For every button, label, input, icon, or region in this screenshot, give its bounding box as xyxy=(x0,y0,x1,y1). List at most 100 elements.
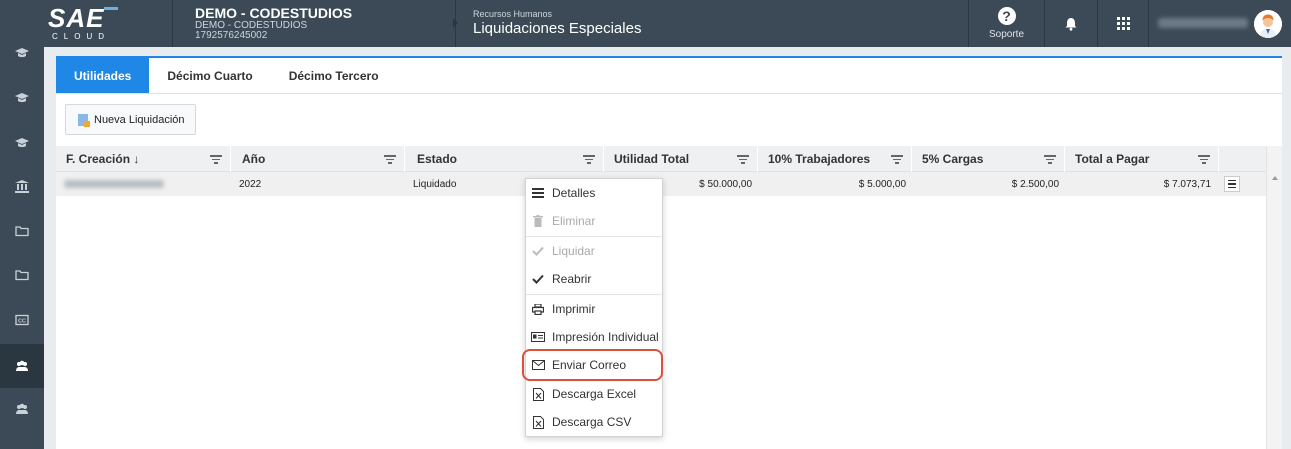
column-anio[interactable]: Año xyxy=(232,146,405,172)
tab-decimo-tercero[interactable]: Décimo Tercero xyxy=(271,58,397,93)
sidebar-item-graduation[interactable] xyxy=(0,123,44,163)
company-info[interactable]: DEMO - CODESTUDIOS DEMO - CODESTUDIOS 17… xyxy=(195,5,352,41)
apps-grid-icon xyxy=(1116,17,1130,30)
sae-cloud-logo[interactable]: SAE CLOUD xyxy=(46,3,126,43)
column-label: 10% Trabajadores xyxy=(768,152,871,166)
sidebar-item-users[interactable] xyxy=(0,344,44,388)
sidebar-item-users[interactable] xyxy=(0,389,44,429)
menu-item-reabrir[interactable]: Reabrir xyxy=(526,265,664,293)
new-document-icon xyxy=(78,113,90,127)
column-label: Estado xyxy=(417,152,458,166)
sidebar-item-folder[interactable] xyxy=(0,211,44,251)
menu-item-label: Descarga Excel xyxy=(552,387,637,401)
bell-icon xyxy=(1065,17,1077,31)
filter-icon[interactable] xyxy=(1198,155,1210,164)
id-card-icon xyxy=(531,332,545,342)
company-ruc: 1792576245002 xyxy=(195,30,268,41)
cell-fecha-creacion xyxy=(64,172,164,196)
logo-text: SAE xyxy=(48,3,105,33)
printer-icon xyxy=(532,303,544,315)
menu-item-descarga-excel[interactable]: Descarga Excel xyxy=(526,380,664,408)
folder-icon xyxy=(15,270,29,281)
help-icon: ? xyxy=(997,7,1016,25)
cc-icon: CC xyxy=(15,314,29,326)
main-panel: Utilidades Décimo Cuarto Décimo Tercero … xyxy=(56,56,1282,449)
trash-icon xyxy=(533,215,543,227)
excel-file-icon xyxy=(532,387,544,401)
menu-item-label: Imprimir xyxy=(552,302,596,316)
svg-text:CC: CC xyxy=(18,319,26,325)
column-utilidad-total[interactable]: Utilidad Total xyxy=(604,146,758,172)
menu-item-eliminar[interactable]: Eliminar xyxy=(526,207,664,235)
filter-icon[interactable] xyxy=(1044,155,1056,164)
check-icon xyxy=(532,274,544,284)
notifications-button[interactable] xyxy=(1045,0,1097,47)
cell-estado: Liquidado xyxy=(413,178,457,190)
graduation-icon xyxy=(15,48,29,58)
avatar[interactable] xyxy=(1254,10,1282,38)
sidebar: CC xyxy=(0,47,44,449)
tab-divider xyxy=(56,93,1282,94)
column-5-cargas[interactable]: 5% Cargas xyxy=(912,146,1065,172)
apps-button[interactable] xyxy=(1098,0,1148,47)
divider xyxy=(172,0,173,47)
menu-item-impresion-individual[interactable]: Impresión Individual xyxy=(526,323,664,351)
divider xyxy=(1148,0,1149,47)
enviar-correo-highlight xyxy=(522,349,663,381)
column-total-pagar[interactable]: Total a Pagar xyxy=(1065,146,1219,172)
redacted-date xyxy=(64,180,164,188)
column-10-trabajadores[interactable]: 10% Trabajadores xyxy=(758,146,912,172)
breadcrumb: Recursos Humanos Liquidaciones Especiale… xyxy=(473,9,641,37)
column-label: Año xyxy=(242,152,266,166)
support-button[interactable]: ? Soporte xyxy=(969,0,1044,47)
top-bar: SAE CLOUD DEMO - CODESTUDIOS DEMO - CODE… xyxy=(0,0,1291,47)
breadcrumb-module: Recursos Humanos xyxy=(473,9,553,19)
company-name: DEMO - CODESTUDIOS xyxy=(195,5,353,21)
row-actions-menu: Detalles Eliminar Liquidar Reabrir Impri… xyxy=(525,178,664,437)
filter-icon[interactable] xyxy=(384,155,396,164)
menu-item-label: Reabrir xyxy=(552,272,592,286)
graduation-icon xyxy=(15,93,29,103)
cell-anio: 2022 xyxy=(239,178,262,190)
users-icon xyxy=(16,360,28,371)
vertical-scrollbar[interactable] xyxy=(1266,146,1282,449)
tab-utilidades[interactable]: Utilidades xyxy=(56,58,150,93)
menu-item-liquidar[interactable]: Liquidar xyxy=(526,237,664,265)
scroll-up-arrow-icon[interactable] xyxy=(1272,176,1278,180)
menu-item-label: Descarga CSV xyxy=(552,415,632,429)
menu-item-label: Impresión Individual xyxy=(552,330,659,344)
sidebar-item-folder[interactable] xyxy=(0,255,44,295)
page-title: Liquidaciones Especiales xyxy=(473,20,642,37)
graduation-icon xyxy=(15,138,29,148)
column-estado[interactable]: Estado xyxy=(407,146,604,172)
table-header: F. Creación ↓ Año Estado Utilidad Total … xyxy=(56,146,1266,172)
menu-item-detalles[interactable]: Detalles xyxy=(526,179,664,207)
filter-icon[interactable] xyxy=(891,155,903,164)
menu-item-descarga-csv[interactable]: Descarga CSV xyxy=(526,408,664,436)
list-icon xyxy=(532,188,544,198)
filter-icon[interactable] xyxy=(737,155,749,164)
menu-item-label: Eliminar xyxy=(552,214,596,228)
filter-icon[interactable] xyxy=(210,155,222,164)
csv-file-icon xyxy=(532,415,544,429)
sidebar-item-cc[interactable]: CC xyxy=(0,300,44,340)
row-actions-menu-button[interactable] xyxy=(1224,176,1240,192)
logo-arrow-icon xyxy=(104,7,118,10)
tab-bar: Utilidades Décimo Cuarto Décimo Tercero xyxy=(56,58,397,93)
cell-total-pagar: $ 7.073,71 xyxy=(1163,178,1211,190)
menu-item-imprimir[interactable]: Imprimir xyxy=(526,295,664,323)
logo-subtext: CLOUD xyxy=(52,32,111,41)
column-label: Total a Pagar xyxy=(1075,152,1150,166)
sidebar-item-bank[interactable] xyxy=(0,166,44,206)
tab-decimo-cuarto[interactable]: Décimo Cuarto xyxy=(149,58,270,93)
menu-item-label: Detalles xyxy=(552,186,596,200)
new-liquidation-button[interactable]: Nueva Liquidación xyxy=(65,104,196,135)
breadcrumb-arrow-icon xyxy=(453,18,458,28)
avatar-person-icon xyxy=(1254,10,1282,38)
sidebar-item-graduation[interactable] xyxy=(0,33,44,73)
cell-trabajadores: $ 5.000,00 xyxy=(858,178,906,190)
column-fecha-creacion[interactable]: F. Creación ↓ xyxy=(56,146,231,172)
filter-icon[interactable] xyxy=(583,155,595,164)
user-name[interactable] xyxy=(1158,18,1248,28)
sidebar-item-graduation[interactable] xyxy=(0,78,44,118)
